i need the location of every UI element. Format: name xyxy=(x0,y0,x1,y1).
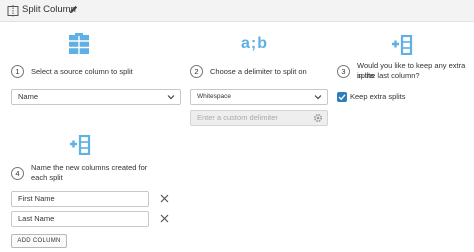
add-column-icon xyxy=(392,35,413,55)
checkmark-icon xyxy=(338,94,346,101)
step-number-3: 3 xyxy=(337,65,350,78)
add-column-icon xyxy=(70,135,91,155)
close-icon[interactable] xyxy=(160,214,169,223)
keep-extra-splits-checkbox[interactable] xyxy=(337,92,347,102)
custom-delimiter-input[interactable]: Enter a custom delimiter xyxy=(190,110,328,126)
pencil-icon[interactable] xyxy=(68,4,79,15)
keep-extra-splits-label: Keep extra splits xyxy=(350,92,406,101)
delimiter-value: Whitespace xyxy=(197,93,231,100)
custom-delimiter-placeholder: Enter a custom delimiter xyxy=(197,113,278,122)
add-column-button[interactable]: ADD COLUMN xyxy=(11,234,67,248)
split-column-icon xyxy=(7,5,19,17)
chevron-down-icon xyxy=(314,95,322,100)
step-number-4: 4 xyxy=(11,167,24,180)
close-icon[interactable] xyxy=(160,194,169,203)
column-names-label-line2: each split xyxy=(31,173,63,182)
extra-splits-label-line2: in the last column? xyxy=(357,71,420,80)
source-column-select[interactable]: Name xyxy=(11,89,181,105)
source-column-value: Name xyxy=(18,92,39,101)
step-number-1: 1 xyxy=(11,65,24,78)
delimiter-label: Choose a delimiter to split on xyxy=(210,67,307,76)
column-names-label-line1: Name the new columns created for xyxy=(31,163,148,172)
chevron-down-icon xyxy=(167,95,175,100)
delimiter-graphic: a;b xyxy=(241,35,268,52)
dialog-header: Split Column xyxy=(0,0,474,22)
column-name-input-2[interactable]: Last Name xyxy=(11,211,149,227)
delimiter-select[interactable]: Whitespace xyxy=(190,89,328,105)
step-number-2: 2 xyxy=(190,65,203,78)
gear-icon[interactable] xyxy=(313,113,323,123)
source-column-label: Select a source column to split xyxy=(31,67,133,76)
column-name-input-1[interactable]: First Name xyxy=(11,191,149,207)
table-column-icon xyxy=(69,33,89,54)
